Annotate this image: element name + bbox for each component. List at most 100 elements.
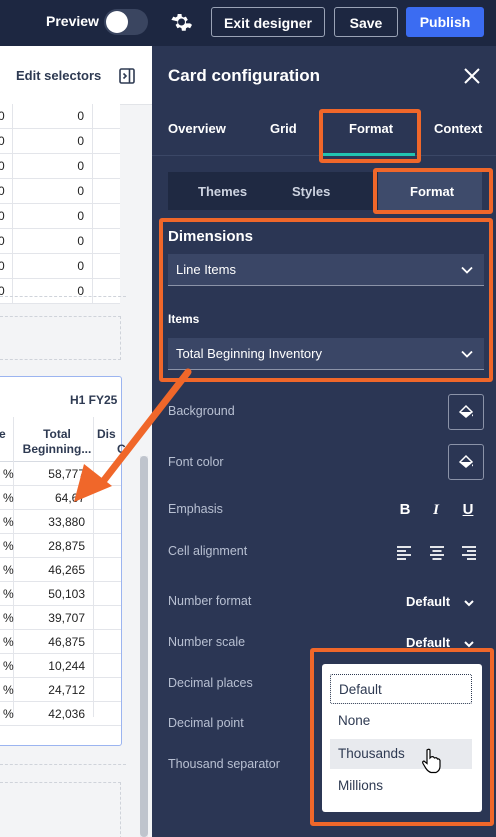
publish-button[interactable]: Publish [406,7,484,37]
percent-cell: % [3,611,14,625]
items-label: Items [168,312,200,326]
italic-icon[interactable]: I [428,502,444,518]
grid-card-1: 00 00 00 00 00 00 00 00 [0,104,120,304]
table-row: % 24,712 [0,678,121,702]
canvas-header: Edit selectors [0,46,152,105]
option-none[interactable]: None [330,706,472,736]
percent-cell: % [3,515,14,529]
empty-card-placeholder [0,316,121,360]
thousand-separator-label: Thousand separator [168,757,280,771]
font-color-label: Font color [168,455,224,469]
option-thousands[interactable]: Thousands [330,739,472,769]
percent-cell: % [3,467,14,481]
tab-grid[interactable]: Grid [270,121,297,136]
column-header-line: Total [43,427,71,441]
chevron-down-icon[interactable] [463,638,475,650]
chevron-down-icon [461,266,473,274]
period-header: H1 FY25 [70,393,118,407]
items-select[interactable]: Total Beginning Inventory [168,338,484,370]
number-format-value[interactable]: Default [406,594,450,609]
emphasis-label: Emphasis [168,502,223,516]
cell: 0 [0,259,5,273]
cell: 0 [77,234,84,248]
cell: 0 [0,159,5,173]
edit-selectors-link[interactable]: Edit selectors [16,68,101,83]
cell: 0 [0,209,5,223]
chevron-down-icon[interactable] [463,597,475,609]
number-scale-value[interactable]: Default [406,635,450,650]
chevron-down-icon [461,350,473,358]
cell: 0 [77,159,84,173]
align-right-icon[interactable] [461,544,477,560]
percent-cell: % [3,563,14,577]
align-left-icon[interactable] [396,544,412,560]
table-row: % 46,875 [0,630,121,654]
paint-bucket-icon [458,454,474,468]
value-cell: 39,707 [48,611,85,625]
option-millions[interactable]: Millions [330,771,472,801]
table-row: % 46,265 [0,558,121,582]
align-center-icon[interactable] [429,544,445,560]
exit-designer-button[interactable]: Exit designer [211,7,325,37]
cell: 0 [77,109,84,123]
cell-alignment-label: Cell alignment [168,544,248,558]
table-row: % 64,67 [0,486,121,510]
table-row: % 28,875 [0,534,121,558]
cell: 0 [77,184,84,198]
table-row: 00 [0,129,120,154]
background-color-button[interactable] [448,394,484,430]
bold-icon[interactable]: B [397,502,413,518]
number-scale-label: Number scale [168,635,246,649]
number-scale-dropdown: Default None Thousands Millions [322,664,482,812]
table-row: % 58,777 [0,462,121,486]
collapse-panel-icon[interactable] [119,68,135,84]
underline-icon[interactable]: U [460,502,476,518]
value-cell: 24,712 [48,683,85,697]
table-row: % 50,103 [0,582,121,606]
table-row: % 42,036 [0,702,121,726]
scrollbar-thumb[interactable] [140,456,148,837]
tab-overview[interactable]: Overview [168,121,226,136]
close-icon[interactable] [463,67,481,85]
dimension-select[interactable]: Line Items [168,254,484,286]
divider [0,296,126,297]
column-header-line: Beginning... [22,442,92,456]
table-row: 00 [0,279,120,304]
cell: 0 [0,109,5,123]
table-row: % 39,707 [0,606,121,630]
tab-context[interactable]: Context [434,121,482,136]
table-row: 00 [0,104,120,129]
table-row: % 10,244 [0,654,121,678]
active-tab-indicator [321,153,415,156]
save-button[interactable]: Save [334,7,398,37]
cell: 0 [0,234,5,248]
option-default[interactable]: Default [330,674,472,704]
value-cell: 42,036 [48,707,85,721]
percent-cell: % [3,683,14,697]
cell: 0 [77,134,84,148]
paint-bucket-icon [458,404,474,418]
value-cell: 28,875 [48,539,85,553]
column-header: Dis C [97,427,126,457]
value-cell: 10,244 [48,659,85,673]
subtab-format[interactable]: Format [410,184,454,199]
subtab-themes[interactable]: Themes [198,184,247,199]
divider [0,764,126,765]
subtab-styles[interactable]: Styles [292,184,330,199]
table-row: 00 [0,229,120,254]
decimal-point-label: Decimal point [168,716,244,730]
preview-toggle[interactable] [104,9,148,35]
font-color-button[interactable] [448,444,484,480]
panel-title: Card configuration [168,66,321,85]
designer-canvas: Edit selectors 00 00 00 00 00 00 00 00 H… [0,46,152,837]
value-cell: 33,880 [48,515,85,529]
column-header-line: C [117,442,126,456]
gear-icon[interactable] [168,10,192,34]
format-subtabs: Themes Styles Format [168,172,482,210]
percent-cell: % [3,707,14,721]
hand-cursor-icon [422,748,441,774]
grid-card-2[interactable]: H1 FY25 e Total Beginning... Dis C % 58,7… [0,376,126,746]
tab-format[interactable]: Format [349,121,393,136]
decimal-places-label: Decimal places [168,676,253,690]
column-header-total-beginning: Total Beginning... [21,427,93,457]
